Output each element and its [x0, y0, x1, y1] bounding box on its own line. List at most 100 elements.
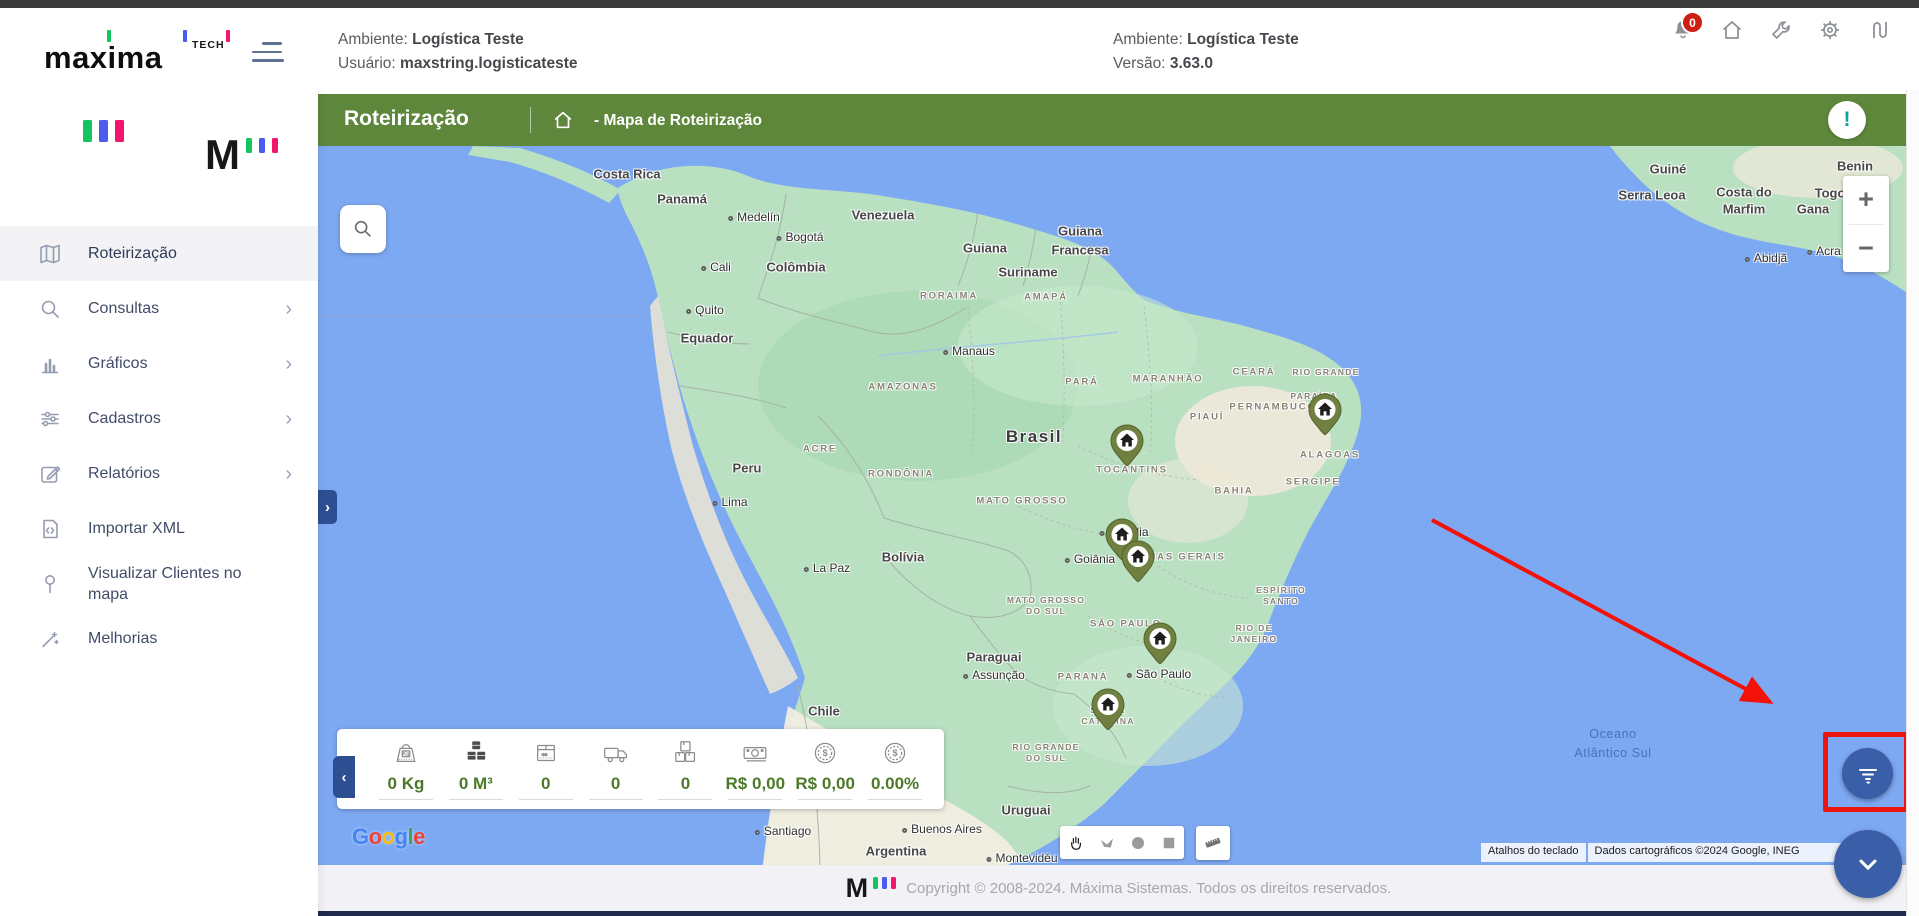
filter-icon [1858, 768, 1877, 783]
app-header: maxima TECH Ambiente: Logística Teste Us… [0, 8, 1919, 90]
versao-value: 3.63.0 [1169, 55, 1213, 72]
usuario-value: maxstring.logisticateste [400, 55, 578, 72]
home-icon[interactable] [1720, 18, 1744, 42]
versao-label: Versão: [1113, 55, 1166, 72]
sidebar-brand-area: M [0, 90, 318, 210]
page-title-bar: Roteirização - Mapa de Roteirização ! [318, 94, 1906, 146]
notifications-bell-icon[interactable]: 0 [1671, 11, 1704, 42]
map-marker-pin[interactable] [1143, 622, 1177, 665]
footer-m-letter: M [845, 873, 869, 903]
stat-item: 0 [511, 738, 581, 800]
notification-badge: 0 [1681, 11, 1704, 34]
stat-underline [378, 799, 433, 800]
sidebar-item-consultas[interactable]: Consultas › [0, 281, 318, 336]
breadcrumb-home-icon[interactable] [552, 109, 574, 131]
svg-text:$: $ [823, 748, 828, 758]
stat-value: 0 [680, 774, 691, 793]
truck-icon [599, 738, 633, 773]
draw-circle-icon[interactable] [1122, 826, 1153, 859]
logo-tick-pink [226, 30, 230, 42]
sidebar-item-label: Visualizar Clientes no mapa [88, 564, 242, 603]
coin-icon: $ [878, 738, 912, 773]
sidebar-item-visualizar-clientes-no-mapa[interactable]: Visualizar Clientes no mapa [0, 556, 318, 611]
edit-icon [38, 462, 62, 486]
map-marker-pin[interactable] [1308, 393, 1342, 436]
map-search-button[interactable] [340, 205, 386, 253]
chevron-right-icon: › [285, 462, 292, 485]
route-icon[interactable] [1867, 18, 1891, 42]
sidebar-item-importar-xml[interactable]: Importar XML [0, 501, 318, 556]
stat-item: Kg 0 Kg [371, 738, 441, 800]
window-top-strip [0, 0, 1919, 8]
coin-icon: $ [808, 738, 842, 773]
menu-toggle-icon[interactable] [252, 42, 284, 64]
sidebar-item-relat-rios[interactable]: Relatórios › [0, 446, 318, 501]
sidebar-item-label: Consultas [88, 300, 160, 317]
google-map[interactable]: Costa Rica Panamá Venezuela Medelín Bogotá Ca… [318, 146, 1906, 865]
svg-text:$: $ [893, 748, 898, 758]
sidebar-item-cadastros[interactable]: Cadastros › [0, 391, 318, 446]
google-logo[interactable]: Google [352, 824, 425, 850]
stat-underline [728, 799, 783, 800]
sidebar: M Roteirização Consultas › Gráficos › Cadastr… [0, 90, 318, 916]
sidebar-item-label: Melhorias [88, 630, 158, 647]
sidebar-item-label: Roteirização [88, 245, 177, 262]
stat-item: $0.00% [860, 738, 930, 800]
map-marker-pin[interactable] [1121, 540, 1155, 583]
sidebar-item-label: Cadastros [88, 410, 161, 427]
scroll-down-button[interactable] [1834, 830, 1902, 898]
stat-item: 0 [581, 738, 651, 800]
map-icon [38, 242, 62, 266]
stats-collapse-tab[interactable]: ‹ [333, 756, 355, 798]
stat-underline [588, 799, 643, 800]
sidebar-item-label: Relatórios [88, 465, 161, 482]
footer-logo-bars-icon [873, 877, 897, 889]
stat-value: R$ 0,00 [725, 774, 786, 793]
draw-rectangle-icon[interactable] [1153, 826, 1184, 859]
sidebar-item-roteiriza-o[interactable]: Roteirização [0, 226, 318, 281]
keyboard-shortcuts-link[interactable]: Atalhos do teclado [1481, 843, 1586, 862]
stat-value: 0 [610, 774, 621, 793]
stat-item: 0 M³ [441, 738, 511, 800]
measure-ruler-icon[interactable] [1196, 826, 1230, 860]
page-scrollbar[interactable] [1906, 90, 1919, 916]
ambiente-value-2: Logística Teste [1187, 31, 1299, 48]
sidebar-item-label: Importar XML [88, 520, 185, 537]
logo-tick-blue [183, 30, 187, 42]
filter-button[interactable] [1842, 748, 1893, 799]
package-icon [529, 738, 563, 773]
brand-bars-icon [83, 120, 124, 142]
draw-polygon-icon[interactable] [1091, 826, 1122, 859]
map-attribution: Atalhos do teclado Dados cartográficos ©… [1481, 843, 1846, 862]
stat-underline [448, 799, 503, 800]
pin-icon [38, 572, 62, 596]
xml-icon [38, 517, 62, 541]
copyright-text: Copyright © 2008-2024. Máxima Sistemas. … [906, 879, 1392, 897]
wrench-icon[interactable] [1769, 18, 1793, 42]
zoom-in-button[interactable]: + [1843, 176, 1889, 224]
ambiente-value: Logística Teste [412, 31, 524, 48]
map-draw-toolbar [1060, 826, 1184, 859]
svg-text:Kg: Kg [402, 751, 409, 757]
map-credits-text: Dados cartográficos ©2024 Google, INEG [1587, 843, 1846, 862]
left-panel-expander[interactable]: › [318, 490, 337, 524]
map-marker-pin[interactable] [1091, 688, 1125, 731]
chevron-down-icon [1859, 859, 1877, 871]
gear-icon[interactable] [1818, 18, 1842, 42]
cubes-icon [459, 738, 493, 773]
money-icon [738, 738, 772, 773]
sidebar-item-gr-ficos[interactable]: Gráficos › [0, 336, 318, 391]
wand-icon [38, 627, 62, 651]
zoom-out-button[interactable]: − [1843, 225, 1889, 273]
map-marker-pin[interactable] [1110, 424, 1144, 467]
main-content: Roteirização - Mapa de Roteirização ! Co… [318, 90, 1919, 916]
sliders-icon [38, 407, 62, 431]
stat-value: R$ 0,00 [795, 774, 855, 793]
pan-hand-icon[interactable] [1060, 826, 1091, 859]
map-zoom-control: + − [1843, 176, 1889, 272]
alert-button[interactable]: ! [1828, 101, 1866, 139]
search-icon [354, 220, 371, 237]
stat-value: 0 Kg [387, 774, 425, 793]
stat-item: $ R$ 0,00 [790, 738, 860, 800]
sidebar-item-melhorias[interactable]: Melhorias [0, 611, 318, 666]
